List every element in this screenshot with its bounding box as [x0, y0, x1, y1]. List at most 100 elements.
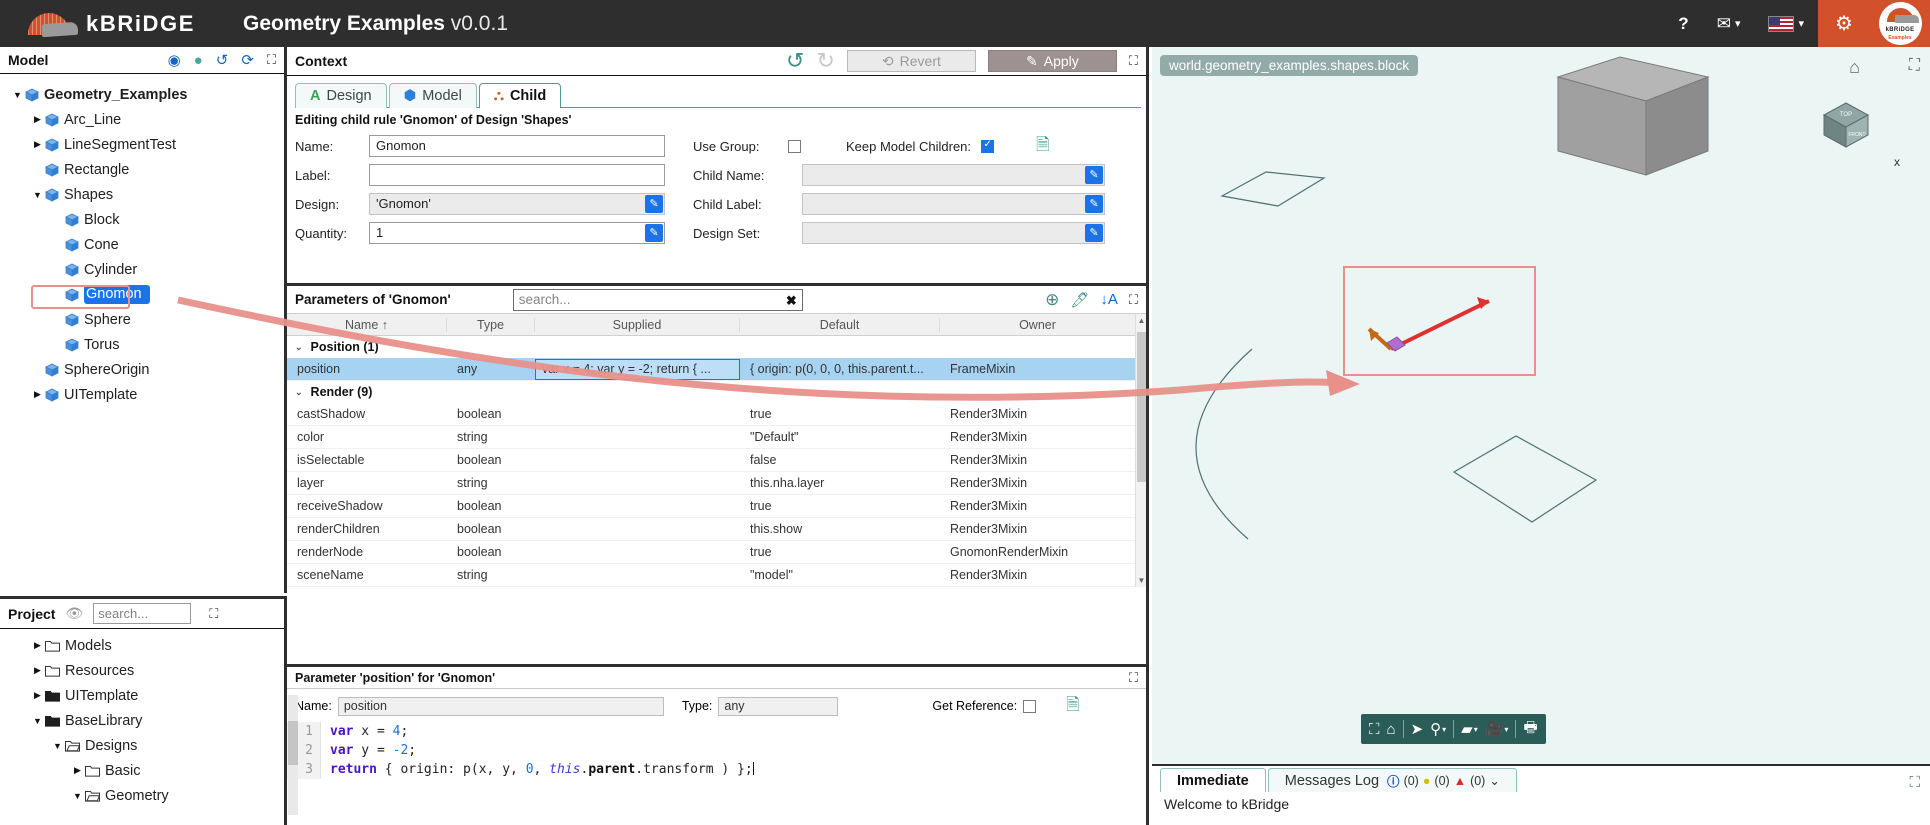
avatar[interactable]: kBRiDGE Examples: [1870, 0, 1930, 47]
code-scrollbar[interactable]: [288, 695, 298, 815]
model-tree-item-torus[interactable]: Torus: [6, 332, 284, 357]
table-row[interactable]: isSelectable boolean false Render3Mixin: [287, 449, 1146, 472]
apply-button[interactable]: ✎ Apply: [987, 50, 1117, 72]
label-field[interactable]: [369, 164, 665, 186]
design-set-field[interactable]: ✎: [802, 222, 1105, 244]
table-row[interactable]: receiveShadow boolean true Render3Mixin: [287, 495, 1146, 518]
use-group-checkbox[interactable]: [788, 139, 801, 153]
scrollbar-thumb[interactable]: [288, 721, 298, 765]
tree-item-label[interactable]: Resources: [65, 663, 134, 679]
model-tree-item-sphere[interactable]: Sphere: [6, 307, 284, 332]
project-tree-item-designs[interactable]: ▼ Designs: [6, 733, 284, 758]
quantity-field[interactable]: 1 ✎: [369, 222, 665, 244]
cell-supplied[interactable]: var x = 4; var y = -2; return { ...: [535, 358, 740, 380]
parameter-group-header[interactable]: ⌄ Render (9): [287, 381, 1146, 403]
chevron-right-icon[interactable]: ▶: [30, 640, 45, 651]
table-row[interactable]: renderNode boolean true GnomonRenderMixin: [287, 541, 1146, 564]
status-dot-icon[interactable]: ●: [194, 52, 203, 69]
get-reference-checkbox[interactable]: [1023, 699, 1037, 713]
chevron-down-icon[interactable]: ▼: [50, 741, 65, 751]
tree-item-label[interactable]: Basic: [105, 763, 140, 779]
wire-parallelogram-bottom[interactable]: [1446, 432, 1606, 542]
model-tree-item-uitemplate[interactable]: ▶ UITemplate: [6, 382, 284, 407]
chevron-down-icon[interactable]: ⌄: [1489, 773, 1499, 788]
project-tree-item-baselibrary[interactable]: ▼ BaseLibrary: [6, 708, 284, 733]
model-tree-item-gnomon[interactable]: Gnomon: [6, 282, 284, 307]
table-row[interactable]: castShadow boolean true Render3Mixin: [287, 403, 1146, 426]
expand-icon[interactable]: ⛶: [1129, 670, 1138, 686]
tree-item-label[interactable]: Cylinder: [84, 262, 137, 278]
tree-item-label[interactable]: Geometry_Examples: [44, 87, 187, 103]
tree-item-label[interactable]: Rectangle: [64, 162, 129, 178]
wire-arc[interactable]: [1152, 347, 1282, 547]
model-tree-item-sphereorigin[interactable]: SphereOrigin: [6, 357, 284, 382]
model-tree-item-block[interactable]: Block: [6, 207, 284, 232]
chevron-right-icon[interactable]: ▶: [30, 690, 45, 701]
fit-all-icon[interactable]: ⛶: [1369, 721, 1380, 738]
home-icon[interactable]: ⌂: [1387, 721, 1396, 738]
us-flag-icon[interactable]: ▾: [1754, 15, 1818, 32]
expand-icon[interactable]: ⛶: [1129, 292, 1138, 308]
model-tree-item-rectangle[interactable]: Rectangle: [6, 157, 284, 182]
home-icon[interactable]: ⌂: [1849, 57, 1860, 78]
chevron-right-icon[interactable]: ▶: [30, 389, 45, 400]
add-plus-icon[interactable]: ⊕: [1045, 290, 1059, 310]
table-row[interactable]: position any var x = 4; var y = -2; return…: [287, 358, 1146, 381]
chevron-down-icon[interactable]: ▼: [30, 190, 45, 200]
expand-icon[interactable]: ⛶: [209, 606, 218, 622]
design-field[interactable]: 'Gnomon' ✎: [369, 193, 665, 215]
tree-item-label[interactable]: UITemplate: [65, 688, 138, 704]
table-row[interactable]: renderChildren boolean this.show Render3Mix…: [287, 518, 1146, 541]
tree-item-label[interactable]: UITemplate: [64, 387, 137, 403]
keep-model-children-checkbox[interactable]: [981, 139, 995, 153]
tree-item-label[interactable]: Block: [84, 212, 119, 228]
refresh-icon[interactable]: ⟳: [241, 51, 254, 69]
tree-item-label[interactable]: Torus: [84, 337, 119, 353]
tab-child[interactable]: ⛬ Child: [478, 83, 562, 108]
revert-button[interactable]: ⟲ Revert: [846, 50, 976, 72]
name-field[interactable]: Gnomon: [369, 135, 665, 157]
project-search-input[interactable]: search...: [93, 603, 192, 624]
chevron-down-icon[interactable]: ⌄: [295, 387, 303, 398]
param-name-field[interactable]: position: [337, 696, 664, 716]
code-content[interactable]: var x = 4; var y = -2; return { origin: …: [321, 722, 754, 779]
box-view-icon[interactable]: ▰ ▾: [1461, 720, 1478, 738]
block-solid[interactable]: [1548, 55, 1728, 195]
nav-cube-icon[interactable]: TOP FRONT: [1806, 89, 1886, 159]
project-tree-item-resources[interactable]: ▶ Resources: [6, 658, 284, 683]
child-name-field[interactable]: ✎: [802, 164, 1105, 186]
edit-pencil-icon[interactable]: ✎: [1085, 224, 1103, 242]
chevron-down-icon[interactable]: ⌄: [295, 342, 303, 353]
child-label-field[interactable]: ✎: [802, 193, 1105, 215]
project-tree-item-basic[interactable]: ▶ Basic: [6, 758, 284, 783]
tree-item-label[interactable]: Sphere: [84, 312, 131, 328]
expand-icon[interactable]: ⛶: [1909, 774, 1920, 791]
scrollbar-thumb[interactable]: [1137, 332, 1146, 482]
tab-messages-log[interactable]: Messages Log ⓘ (0) ● (0) ▲ (0) ⌄: [1267, 768, 1517, 792]
viewport-3d[interactable]: world.geometry_examples.shapes.block ⌂ ⛶…: [1152, 47, 1930, 764]
tree-item-label[interactable]: Arc_Line: [64, 112, 121, 128]
col-supplied[interactable]: Supplied: [535, 317, 740, 332]
expand-icon[interactable]: ⛶: [1129, 53, 1138, 69]
model-tree-item-linesegmenttest[interactable]: ▶ LineSegmentTest: [6, 132, 284, 157]
tree-item-label[interactable]: Designs: [85, 738, 137, 754]
project-tree-item-geometry[interactable]: ▼ Geometry: [6, 783, 284, 808]
model-tree-item-arc_line[interactable]: ▶ Arc_Line: [6, 107, 284, 132]
viewport-path-chip[interactable]: world.geometry_examples.shapes.block: [1160, 55, 1419, 76]
tree-item-label[interactable]: Models: [65, 638, 112, 654]
play-icon[interactable]: ◉: [168, 51, 181, 69]
parameters-scrollbar[interactable]: ▲ ▼: [1135, 314, 1146, 587]
parameter-group-header[interactable]: ⌄ Position (1): [287, 336, 1146, 358]
chevron-right-icon[interactable]: ▶: [30, 665, 45, 676]
redo-icon[interactable]: ↻: [816, 50, 834, 72]
chevron-right-icon[interactable]: ▶: [30, 114, 45, 125]
model-tree-item-shapes[interactable]: ▼ Shapes: [6, 182, 284, 207]
model-tree-item-cylinder[interactable]: Cylinder: [6, 257, 284, 282]
edit-pencil-icon[interactable]: ✎: [1085, 166, 1103, 184]
gear-icon[interactable]: ⚙: [1818, 0, 1870, 47]
chevron-right-icon[interactable]: ▶: [70, 765, 85, 776]
chevron-down-icon[interactable]: ▼: [10, 90, 25, 100]
expand-icon[interactable]: ⛶: [267, 52, 276, 68]
tree-item-label[interactable]: Gnomon: [84, 285, 150, 304]
table-row[interactable]: sceneName string "model" Render3Mixin: [287, 564, 1146, 587]
